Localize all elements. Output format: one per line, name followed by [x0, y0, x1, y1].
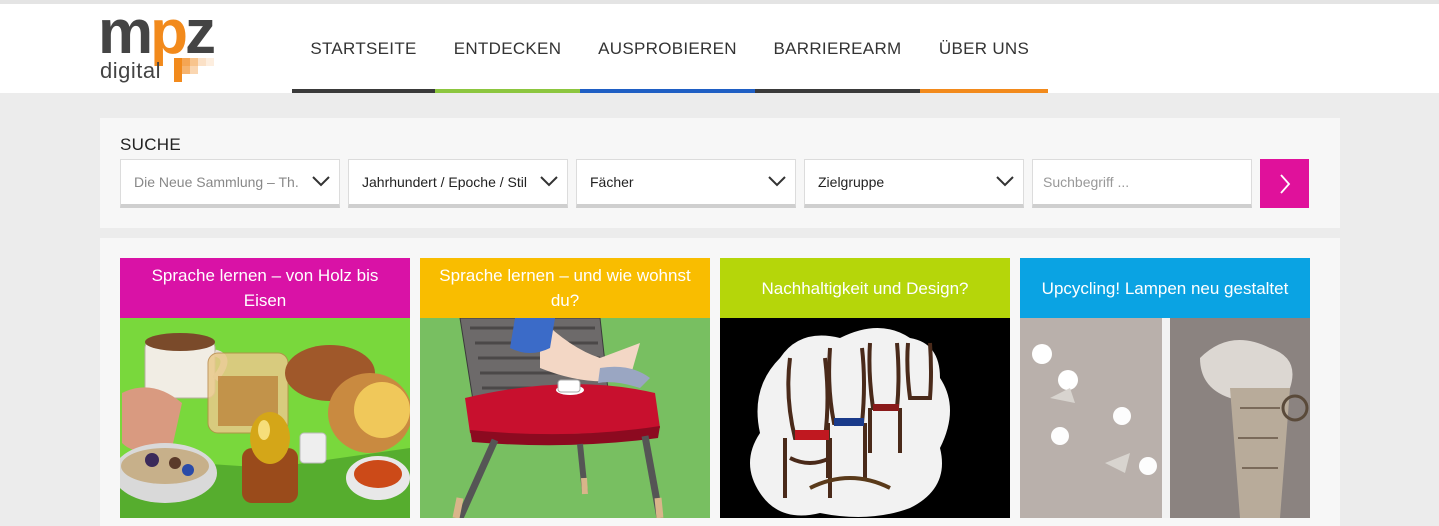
search-title: SUCHE — [120, 135, 182, 154]
nav-label: AUSPROBIEREN — [598, 38, 737, 58]
main-navigation: STARTSEITE ENTDECKEN AUSPROBIEREN BARRIE… — [292, 4, 1048, 93]
nav-label: ÜBER UNS — [938, 38, 1030, 58]
nav-item-ausprobieren[interactable]: AUSPROBIEREN — [580, 4, 755, 93]
site-logo[interactable]: mpz digital — [98, 2, 270, 87]
card-title: Nachhaltigkeit und Design? — [720, 258, 1010, 318]
search-panel: SUCHE Die Neue Sammlung – Th... Jahrhund… — [100, 118, 1340, 228]
select-value: Jahrhundert / Epoche / Stil — [362, 174, 527, 190]
chevron-down-icon — [996, 176, 1014, 187]
select-value: Zielgruppe — [818, 174, 885, 190]
chevron-down-icon — [312, 176, 330, 187]
nav-underline — [580, 89, 755, 93]
card-title: Sprache lernen – und wie wohnst du? — [420, 258, 710, 318]
chevron-down-icon — [768, 176, 786, 187]
nav-underline — [920, 89, 1048, 93]
teaser-card[interactable]: Sprache lernen – von Holz bis Eisen — [120, 258, 410, 518]
nav-item-ueber-uns[interactable]: ÜBER UNS — [920, 4, 1048, 93]
filter-epoch-select[interactable]: Jahrhundert / Epoche / Stil — [348, 159, 568, 208]
nav-item-barrierearm[interactable]: BARRIEREARM — [755, 4, 920, 93]
filter-subject-select[interactable]: Fächer — [576, 159, 796, 208]
nav-label: BARRIEREARM — [773, 38, 902, 58]
filter-collection-select[interactable]: Die Neue Sammlung – Th... — [120, 159, 340, 208]
teaser-card[interactable]: Upcycling! Lampen neu gestaltet — [1020, 258, 1310, 518]
nav-label: ENTDECKEN — [453, 38, 562, 58]
chevron-down-icon — [540, 176, 558, 187]
person-on-red-chair-image — [420, 318, 710, 518]
nav-item-startseite[interactable]: STARTSEITE — [292, 4, 435, 93]
filter-audience-select[interactable]: Zielgruppe — [804, 159, 1024, 208]
logo-pixel-pattern — [174, 58, 214, 82]
teaser-card[interactable]: Sprache lernen – und wie wohnst du? — [420, 258, 710, 518]
paper-lamps-image — [1020, 318, 1310, 518]
search-input[interactable] — [1032, 159, 1252, 208]
chevron-right-icon — [1279, 173, 1290, 194]
card-title: Upcycling! Lampen neu gestaltet — [1020, 258, 1310, 318]
teaser-card[interactable]: Nachhaltigkeit und Design? — [720, 258, 1010, 518]
nav-underline — [292, 89, 435, 93]
select-value: Fächer — [590, 174, 634, 190]
bentwood-chairs-image — [720, 318, 1010, 518]
teaser-cards-panel: Sprache lernen – von Holz bis Eisen Spra… — [100, 238, 1340, 526]
breakfast-still-life-image — [120, 318, 410, 518]
logo-subtitle: digital — [100, 58, 161, 83]
nav-item-entdecken[interactable]: ENTDECKEN — [435, 4, 580, 93]
logo-wordmark: mpz — [98, 0, 216, 67]
nav-underline — [755, 89, 920, 93]
nav-underline — [435, 89, 580, 93]
nav-label: STARTSEITE — [310, 38, 417, 58]
card-title: Sprache lernen – von Holz bis Eisen — [120, 258, 410, 318]
search-submit-button[interactable] — [1260, 159, 1309, 208]
select-value: Die Neue Sammlung – Th... — [134, 174, 299, 190]
